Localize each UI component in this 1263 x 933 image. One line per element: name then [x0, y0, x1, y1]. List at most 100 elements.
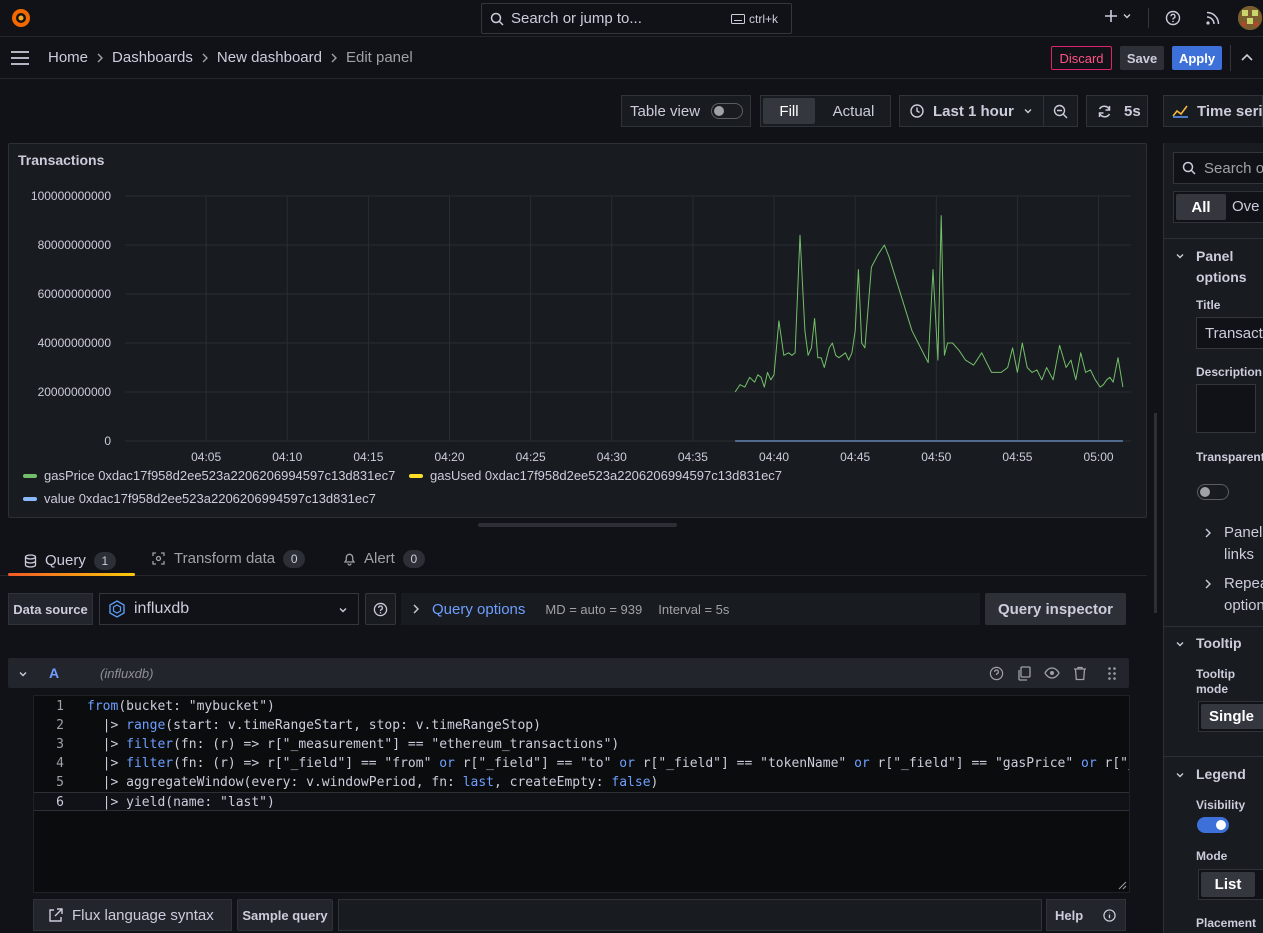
x-tick-label: 04:15	[353, 450, 383, 464]
help-button[interactable]: Help	[1046, 899, 1126, 931]
search-shortcut: ctrl+k	[749, 12, 779, 26]
breadcrumb-edit-panel: Edit panel	[345, 49, 413, 66]
time-series-chart[interactable]: 100000000000 80000000000 60000000000 400000…	[9, 144, 1148, 519]
rss-feed-icon[interactable]	[1205, 10, 1221, 26]
tooltip-mode-single[interactable]: Single	[1201, 704, 1263, 729]
tab-label: Query	[45, 552, 86, 569]
query-options-bar[interactable]: Query options MD = auto = 939 Interval =…	[401, 593, 980, 625]
chevron-down-icon[interactable]	[1175, 639, 1185, 649]
fill-button[interactable]: Fill	[763, 98, 815, 124]
legend-label: gasUsed 0xdac17f958d2ee523a2206206994597…	[430, 468, 783, 483]
datasource-help-button[interactable]	[365, 593, 396, 625]
legend-header[interactable]: Legend	[1196, 766, 1246, 782]
max-data-points: MD = auto = 939	[545, 601, 643, 617]
chevron-right-icon[interactable]	[1204, 528, 1212, 538]
code-editor[interactable]: 1 from(bucket: "mybucket") 2 |> range(star…	[33, 695, 1130, 893]
help-label: Help	[1055, 907, 1084, 923]
search-icon	[1182, 161, 1196, 175]
resize-grip-icon[interactable]	[1117, 880, 1127, 890]
save-button[interactable]: Save	[1120, 46, 1164, 70]
visualization-picker[interactable]: Time series	[1163, 95, 1263, 127]
refresh-picker[interactable]: 5s	[1086, 95, 1148, 127]
title-label: Title	[1196, 298, 1221, 312]
legend-label: value 0xdac17f958d2ee523a2206206994597c1…	[44, 491, 376, 506]
breadcrumb-new-dashboard[interactable]: New dashboard	[217, 49, 322, 66]
help-icon[interactable]	[989, 666, 1004, 681]
legend-item-gasused[interactable]: gasUsed 0xdac17f958d2ee523a2206206994597…	[409, 468, 782, 483]
breadcrumb-home[interactable]: Home	[48, 49, 88, 66]
tooltip-header[interactable]: Tooltip	[1196, 635, 1242, 651]
legend-mode-group: List	[1198, 869, 1263, 900]
datasource-select[interactable]: influxdb	[99, 593, 359, 625]
new-menu-button[interactable]	[1104, 9, 1132, 23]
splitter-handle[interactable]	[1154, 413, 1157, 613]
legend-item-value[interactable]: value 0xdac17f958d2ee523a2206206994597c1…	[23, 491, 376, 506]
chevron-right-icon[interactable]	[1204, 579, 1212, 589]
tab-alert[interactable]: Alert 0	[343, 545, 425, 572]
line-number: 2	[56, 718, 64, 733]
y-tick-label: 40000000000	[38, 336, 112, 350]
tab-overrides[interactable]: Ove	[1228, 192, 1263, 222]
transparent-toggle[interactable]	[1197, 484, 1229, 500]
line-number: 5	[56, 775, 64, 790]
query-options-link[interactable]: Query options	[432, 601, 525, 618]
tooltip-mode-group: Single	[1198, 701, 1263, 732]
description-textarea[interactable]	[1196, 384, 1256, 433]
y-tick-label: 60000000000	[38, 287, 112, 301]
legend-visibility-toggle[interactable]	[1197, 817, 1229, 833]
tab-label: Alert	[364, 550, 395, 567]
toggle-switch[interactable]	[711, 103, 743, 119]
placement-label: Placement	[1196, 916, 1257, 930]
legend-mode-list[interactable]: List	[1201, 872, 1255, 897]
title-input[interactable]: Transactions	[1196, 317, 1263, 349]
panel-links-section[interactable]: Panel links	[1224, 522, 1263, 566]
legend-swatch	[23, 496, 37, 501]
options-search-input[interactable]: Search o	[1173, 152, 1263, 184]
chevron-down-icon	[1123, 14, 1131, 19]
x-tick-label: 04:55	[1002, 450, 1032, 464]
query-inspector-button[interactable]: Query inspector	[985, 593, 1126, 625]
drag-handle-icon[interactable]	[1107, 666, 1117, 681]
zoom-out-icon[interactable]	[1053, 104, 1068, 119]
time-picker[interactable]: Last 1 hour	[899, 95, 1078, 127]
discard-button[interactable]: Discard	[1051, 46, 1112, 70]
code-line: 4 |> filter(fn: (r) => r["_field"] == "f…	[34, 754, 1129, 773]
eye-icon[interactable]	[1044, 667, 1060, 679]
query-row-header[interactable]: A (influxdb)	[8, 658, 1129, 688]
search-input[interactable]: Search or jump to... ctrl+k	[481, 3, 792, 34]
table-view-toggle[interactable]: Table view	[621, 95, 751, 127]
info-icon	[1103, 908, 1116, 922]
chevron-up-icon[interactable]	[1241, 53, 1253, 63]
flux-syntax-button[interactable]: Flux language syntax	[33, 899, 232, 931]
resize-handle[interactable]	[478, 523, 677, 527]
influxdb-icon	[109, 600, 125, 618]
y-tick-label: 100000000000	[31, 189, 111, 203]
legend-item-gasprice[interactable]: gasPrice 0xdac17f958d2ee523a220620699459…	[23, 468, 395, 483]
actual-button[interactable]: Actual	[817, 96, 890, 126]
chevron-down-icon[interactable]	[1175, 770, 1185, 780]
query-ref-id[interactable]: A	[49, 665, 59, 681]
breadcrumb-dashboards[interactable]: Dashboards	[112, 49, 193, 66]
duplicate-icon[interactable]	[1017, 666, 1031, 681]
x-tick-label: 04:40	[759, 450, 789, 464]
trash-icon[interactable]	[1073, 666, 1087, 681]
x-tick-label: 04:05	[191, 450, 221, 464]
panel-options-header[interactable]: Panel options	[1196, 246, 1260, 288]
collapse-chevron-icon[interactable]	[18, 669, 28, 679]
repeat-options-section[interactable]: Repeat options	[1224, 573, 1263, 617]
line-code: from(bucket: "mybucket")	[87, 699, 275, 714]
tab-transform-data[interactable]: Transform data 0	[151, 545, 306, 572]
grafana-logo-icon[interactable]	[9, 6, 33, 30]
apply-button[interactable]: Apply	[1172, 46, 1222, 70]
avatar[interactable]	[1238, 6, 1262, 30]
tab-all[interactable]: All	[1176, 194, 1226, 220]
x-tick-label: 04:50	[921, 450, 951, 464]
plus-icon	[1105, 10, 1117, 22]
options-search-placeholder: Search o	[1204, 159, 1263, 177]
help-icon[interactable]	[1165, 10, 1181, 26]
table-view-label: Table view	[630, 102, 701, 120]
chevron-down-icon[interactable]	[1175, 251, 1185, 261]
sample-query-select[interactable]	[338, 899, 1042, 931]
tab-query[interactable]: Query 1	[8, 545, 135, 576]
menu-icon[interactable]	[10, 50, 30, 66]
